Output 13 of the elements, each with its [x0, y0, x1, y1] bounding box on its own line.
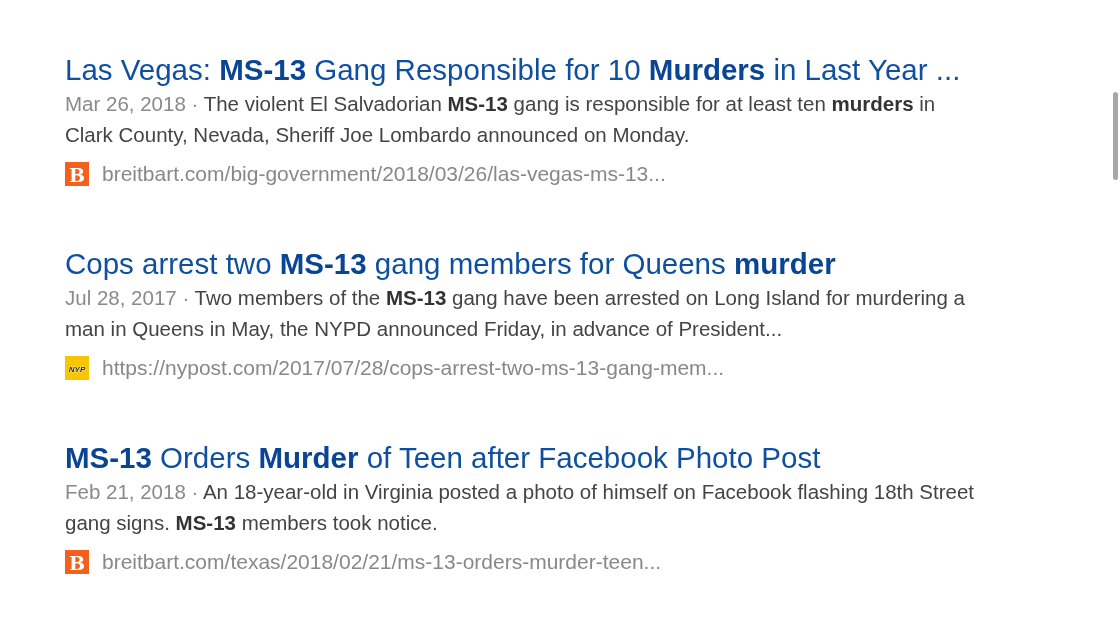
result-title-link[interactable]: Las Vegas: MS-13 Gang Responsible for 10 Murders in Last Year ... [65, 52, 961, 88]
result-snippet: Mar 26, 2018 · The violent El Salvadorian MS-13 gang is responsible for at least ten murders in Clark County, Nevada, Sheriff Joe Lombardo announced on Monday. [65, 91, 937, 148]
result-title-link[interactable]: Cops arrest two MS-13 gang members for Queens murder [65, 246, 836, 282]
result-url-link[interactable]: https://nypost.com/2017/07/28/cops-arrest-two-ms-13-gang-mem... [102, 354, 725, 382]
result-url-link[interactable]: breitbart.com/texas/2018/02/21/ms-13-orders-murder-teen... [102, 548, 662, 576]
result-url-link[interactable]: breitbart.com/big-government/2018/03/26/las-vegas-ms-13... [102, 160, 666, 188]
site-logo-icon: NYP [65, 356, 89, 380]
result-snippet: Feb 21, 2018 · An 18-year-old in Virginia posted a photo of himself on Facebook flashing 18th Street gang signs. MS-13 members took notice. [65, 479, 976, 536]
result-snippet: Jul 28, 2017 · Two members of the MS-13 gang have been arrested on Long Island for murdering a man in Queens in May, the NYPD announced Friday, in advance of President... [65, 285, 966, 342]
scrollbar-thumb[interactable] [1113, 92, 1118, 180]
site-logo-icon: B [65, 550, 89, 574]
result-title-link[interactable]: MS-13 Orders Murder of Teen after Facebook Photo Post [65, 440, 821, 476]
site-logo-icon: B [65, 162, 89, 186]
